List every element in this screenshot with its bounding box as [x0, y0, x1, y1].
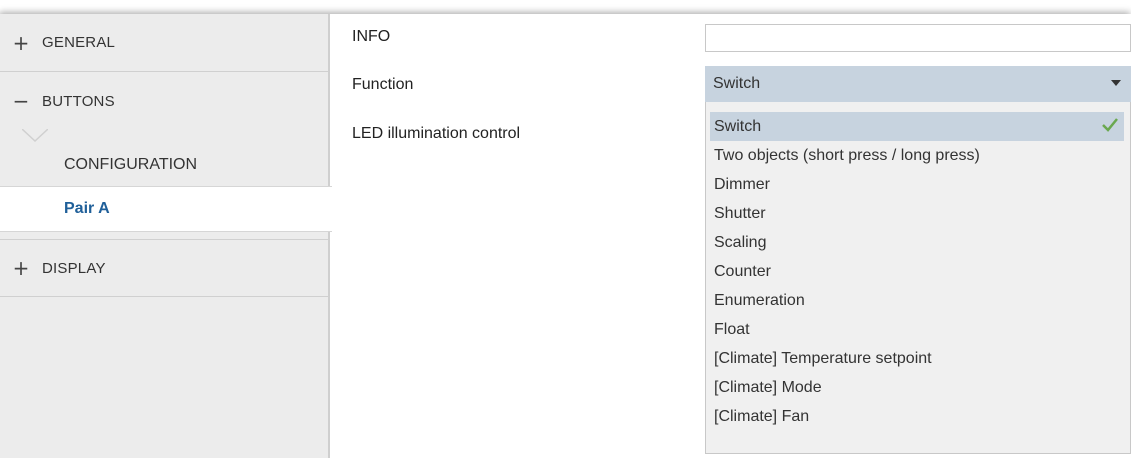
dropdown-option[interactable]: [Climate] Temperature setpoint — [706, 344, 1130, 373]
sidebar-group-label: GENERAL — [42, 34, 116, 51]
expand-plus-icon: + — [12, 256, 30, 280]
checkmark-icon — [1102, 118, 1118, 132]
dropdown-option[interactable]: Enumeration — [706, 286, 1130, 315]
led-illumination-label: LED illumination control — [352, 125, 521, 142]
sidebar-group-label: DISPLAY — [42, 259, 106, 277]
dropdown-option[interactable]: Two objects (short press / long press) — [706, 141, 1130, 170]
dropdown-option[interactable]: Float — [706, 315, 1130, 344]
dropdown-arrow-icon — [1111, 80, 1121, 86]
collapse-minus-icon: − — [12, 89, 30, 113]
sidebar-group-buttons[interactable]: − BUTTONS — [0, 72, 328, 130]
function-select[interactable]: Switch — [705, 66, 1131, 102]
sidebar-item-pair-a[interactable]: Pair A — [0, 186, 332, 232]
function-selected-value: Switch — [713, 75, 761, 92]
sidebar-group-label: BUTTONS — [42, 92, 115, 110]
sidebar-item-label: Pair A — [64, 200, 110, 217]
parameters-panel: INFO Function Switch LED illumination co… — [332, 14, 1131, 458]
sidebar: + GENERAL − BUTTONS CONFIGURATION Pair A… — [0, 14, 332, 458]
app-window: + GENERAL − BUTTONS CONFIGURATION Pair A… — [0, 14, 1131, 458]
info-input[interactable] — [705, 24, 1131, 52]
sidebar-group-display[interactable]: + DISPLAY — [0, 239, 328, 297]
sidebar-item-configuration[interactable]: CONFIGURATION — [0, 142, 330, 188]
dropdown-option-switch[interactable]: Switch — [710, 112, 1124, 141]
dropdown-option[interactable]: [Climate] Mode — [706, 373, 1130, 402]
sidebar-item-label: CONFIGURATION — [64, 156, 198, 173]
dropdown-option[interactable]: Dimmer — [706, 170, 1130, 199]
function-dropdown-list: Switch Two objects (short press / long p… — [705, 102, 1131, 454]
sidebar-group-general[interactable]: + GENERAL — [0, 14, 328, 72]
chevron-indicator-icon — [22, 129, 48, 143]
info-label: INFO — [352, 28, 391, 45]
function-label: Function — [352, 76, 414, 93]
dropdown-option[interactable]: Shutter — [706, 199, 1130, 228]
dropdown-option[interactable]: Counter — [706, 257, 1130, 286]
dropdown-option[interactable]: Scaling — [706, 228, 1130, 257]
dropdown-option[interactable]: [Climate] Fan — [706, 402, 1130, 431]
expand-plus-icon: + — [12, 30, 30, 55]
